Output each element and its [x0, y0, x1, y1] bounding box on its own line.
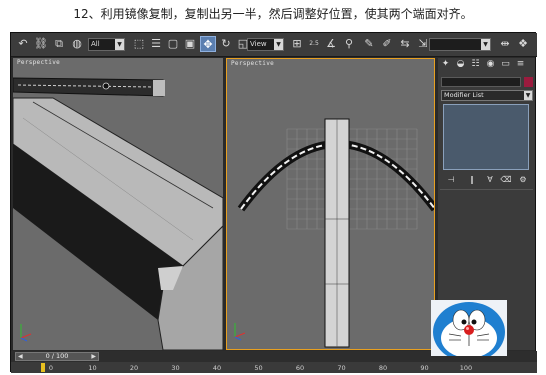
track-bar[interactable]: 0 10 20 30 40 50 60 70 80 90 100 — [11, 362, 537, 373]
undo-icon[interactable]: ↶ — [15, 36, 31, 52]
timeline-tick-label: 70 — [337, 364, 346, 372]
max-application-window: ↶ ⛓ ⧉ ◍ All ▼ ⬚ ☰ ▢ ▣ ✥ ↻ ◱ View ▼ ⊞ 2.5… — [10, 32, 537, 373]
timeline-tick-label: 0 — [48, 364, 54, 372]
right-viewport-scene — [227, 59, 434, 349]
select-and-rotate-icon[interactable]: ↻ — [218, 36, 234, 52]
mirror-tool-icon[interactable]: ⇹ — [497, 36, 513, 52]
pin-stack-icon[interactable]: ⊣ — [445, 174, 457, 186]
rectangular-selection-icon[interactable]: ▢ — [165, 36, 181, 52]
command-panel-tabs: ✦ ◒ ☷ ◉ ▭ ≡ — [438, 58, 535, 72]
selection-filter-dropdown[interactable]: All ▼ — [88, 38, 125, 51]
time-slider[interactable]: ◀ 0 / 100 ▶ — [15, 352, 99, 361]
timeline-tick-label: 90 — [420, 364, 429, 372]
viewport-label[interactable]: Perspective — [17, 59, 60, 66]
modifier-list-dropdown[interactable]: Modifier List ▼ — [441, 90, 533, 101]
timeline-tick-label: 10 — [88, 364, 97, 372]
timeline-tick-label: 50 — [254, 364, 263, 372]
mirror-icon[interactable]: ⇆ — [397, 36, 413, 52]
modifier-list-label: Modifier List — [444, 91, 484, 99]
object-color-swatch[interactable] — [524, 77, 533, 87]
unlink-icon[interactable]: ⧉ — [51, 36, 67, 52]
selection-filter-value: All — [91, 40, 100, 48]
select-link-icon[interactable]: ⛓ — [33, 36, 49, 52]
layer-manager-icon[interactable]: ❖ — [515, 36, 531, 52]
select-object-icon[interactable]: ⬚ — [131, 36, 147, 52]
chevron-down-icon: ▼ — [115, 39, 124, 50]
display-tab-icon[interactable]: ▭ — [500, 59, 511, 70]
snap-toggle-icon[interactable]: 2.5 — [306, 36, 322, 52]
snap-label: 2.5 — [309, 40, 319, 47]
utilities-tab-icon[interactable]: ≡ — [515, 59, 526, 70]
percent-snap-icon[interactable]: ⚲ — [341, 36, 357, 52]
motion-tab-icon[interactable]: ◉ — [485, 59, 496, 70]
previous-frame-icon[interactable]: ◀ — [18, 353, 23, 360]
show-end-result-icon[interactable]: ‖ — [466, 174, 478, 186]
pivot-center-icon[interactable]: ⊞ — [289, 36, 305, 52]
select-and-move-icon[interactable]: ✥ — [200, 36, 216, 52]
timeline-tick-label: 40 — [212, 364, 222, 372]
right-perspective-viewport[interactable]: Perspective — [226, 58, 435, 350]
chevron-down-icon: ▼ — [524, 91, 532, 100]
main-toolbar: ↶ ⛓ ⧉ ◍ All ▼ ⬚ ☰ ▢ ▣ ✥ ↻ ◱ View ▼ ⊞ 2.5… — [11, 33, 537, 57]
viewport-label[interactable]: Perspective — [231, 60, 274, 67]
object-name-field[interactable] — [441, 77, 521, 87]
chevron-down-icon: ▼ — [274, 39, 283, 50]
timeline-tick-label: 20 — [129, 364, 139, 372]
timeline-tick-label: 60 — [295, 364, 305, 372]
current-frame-marker[interactable] — [41, 363, 45, 372]
remove-modifier-icon[interactable]: ⌫ — [500, 174, 512, 186]
next-frame-icon[interactable]: ▶ — [91, 353, 96, 360]
select-by-name-icon[interactable]: ☰ — [148, 36, 164, 52]
hierarchy-tab-icon[interactable]: ☷ — [470, 59, 481, 70]
configure-modifier-sets-icon[interactable]: ⚙ — [517, 174, 529, 186]
modify-tab-icon[interactable]: ◒ — [455, 59, 466, 70]
doraemon-image — [431, 300, 507, 356]
timeline-tick-label: 30 — [171, 364, 180, 372]
edit-named-selection-icon[interactable]: ✐ — [379, 36, 395, 52]
reference-coordinate-value: View — [250, 40, 267, 48]
modifier-stack[interactable] — [443, 104, 529, 170]
window-crossing-icon[interactable]: ▣ — [182, 36, 198, 52]
left-perspective-viewport[interactable]: Perspective — [13, 58, 223, 350]
chevron-down-icon: ▼ — [481, 39, 490, 50]
instruction-caption: 12、利用镜像复制，复制出另一半，然后调整好位置，使其两个端面对齐。 — [73, 7, 473, 21]
left-viewport-scene — [13, 58, 223, 350]
stack-tools: ⊣ ‖ ∀ ⌫ ⚙ — [441, 173, 533, 187]
make-unique-icon[interactable]: ∀ — [484, 174, 496, 186]
frame-readout: 0 / 100 — [45, 352, 69, 360]
reference-coordinate-dropdown[interactable]: View ▼ — [247, 38, 284, 51]
divider — [440, 189, 533, 190]
angle-snap-icon[interactable]: ∡ — [323, 36, 339, 52]
create-tab-icon[interactable]: ✦ — [440, 59, 451, 70]
bind-space-warp-icon[interactable]: ◍ — [69, 36, 85, 52]
named-selection-sets-dropdown[interactable]: ▼ — [429, 38, 491, 51]
timeline-tick-label: 100 — [459, 364, 473, 372]
spinner-snap-icon[interactable]: ✎ — [361, 36, 377, 52]
timeline-tick-label: 80 — [378, 364, 388, 372]
